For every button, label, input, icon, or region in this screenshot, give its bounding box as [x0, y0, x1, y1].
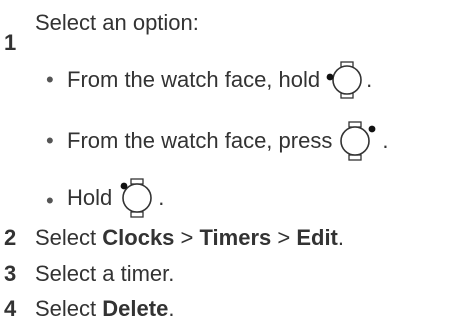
step-1-number: 1	[4, 30, 17, 55]
menu-delete: Delete	[102, 296, 169, 321]
step-4-number: 4	[4, 296, 17, 321]
step-2-prefix: Select	[35, 225, 103, 250]
step-2-text: Select Clocks > Timers > Edit.	[35, 225, 344, 251]
step-3-number: 3	[4, 261, 17, 286]
watch-button-top-left-icon	[120, 178, 153, 218]
watch-button-right-icon	[340, 121, 376, 161]
option-press-from-watch-face: From the watch face, press .	[67, 119, 388, 163]
menu-clocks: Clocks	[102, 225, 175, 250]
step-3-text: Select a timer.	[35, 261, 175, 286]
option-hold-from-watch-face: From the watch face, hold .	[67, 58, 372, 102]
watch-button-left-icon	[326, 61, 362, 99]
option-3-period: .	[158, 185, 165, 210]
step-4-prefix: Select	[35, 296, 103, 321]
bullet-3: •	[46, 188, 54, 213]
step-2-number: 2	[4, 225, 17, 250]
menu-timers: Timers	[199, 225, 272, 250]
menu-edit: Edit	[296, 225, 338, 250]
option-hold: Hold .	[67, 176, 164, 220]
step-4-text: Select Delete.	[35, 296, 174, 322]
step-4-period: .	[168, 296, 175, 321]
option-3-text: Hold	[67, 185, 113, 210]
instruction-page: 1 Select an option: • From the watch fac…	[0, 0, 457, 332]
option-2-period: .	[382, 128, 389, 153]
step-2-period: .	[337, 225, 345, 250]
option-2-text: From the watch face, press	[67, 128, 333, 153]
option-1-text: From the watch face, hold	[67, 67, 321, 92]
separator: >	[174, 225, 200, 250]
separator: >	[271, 225, 297, 250]
bullet-2: •	[46, 128, 54, 153]
option-1-period: .	[366, 67, 373, 92]
step-1-intro: Select an option:	[35, 10, 199, 35]
bullet-1: •	[46, 67, 54, 92]
